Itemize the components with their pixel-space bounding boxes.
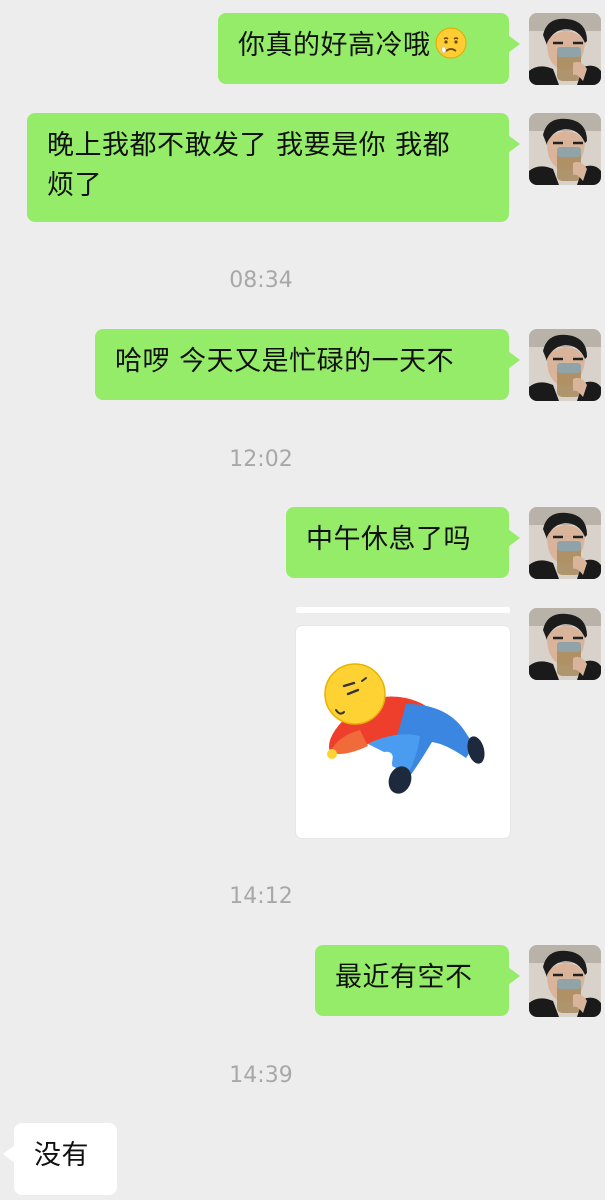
message-bubble[interactable]: 中午休息了吗 (286, 507, 520, 578)
avatar[interactable] (529, 507, 601, 579)
lying-down-person-sticker-icon (324, 663, 485, 794)
timestamp: 12:02 (229, 447, 293, 472)
chat-screen: { "messages": [ {"side": "out", "text": … (0, 0, 605, 1200)
sticker-frame-top (296, 607, 510, 613)
incoming-message-bubble[interactable]: 没有 (3, 1123, 117, 1195)
avatar[interactable] (529, 13, 601, 85)
sticker-message[interactable] (296, 626, 510, 838)
timestamp: 14:39 (229, 1063, 293, 1088)
message-text-line: 晚上我都不敢发了 我要是你 我都 (47, 130, 451, 161)
message-bubble[interactable]: 晚上我都不敢发了 我要是你 我都 烦了 (27, 113, 520, 222)
timestamp: 08:34 (229, 268, 293, 293)
message-text: 哈啰 今天又是忙碌的一天不 (115, 346, 455, 377)
message-text-line: 烦了 (47, 170, 102, 201)
message-text: 中午休息了吗 (306, 524, 471, 555)
worried-face-emoji-icon (435, 27, 467, 59)
message-bubble[interactable]: 最近有空不 (315, 945, 520, 1016)
avatar[interactable] (529, 329, 601, 401)
avatar[interactable] (529, 113, 601, 185)
avatar[interactable] (529, 608, 601, 680)
avatar[interactable] (529, 945, 601, 1017)
message-bubble[interactable]: 你真的好高冷哦 (218, 13, 520, 84)
message-text: 最近有空不 (335, 962, 473, 993)
timestamp: 14:12 (229, 884, 293, 909)
message-bubble[interactable]: 哈啰 今天又是忙碌的一天不 (95, 329, 520, 400)
message-text: 你真的好高冷哦 (238, 30, 431, 61)
message-text: 没有 (34, 1140, 89, 1171)
